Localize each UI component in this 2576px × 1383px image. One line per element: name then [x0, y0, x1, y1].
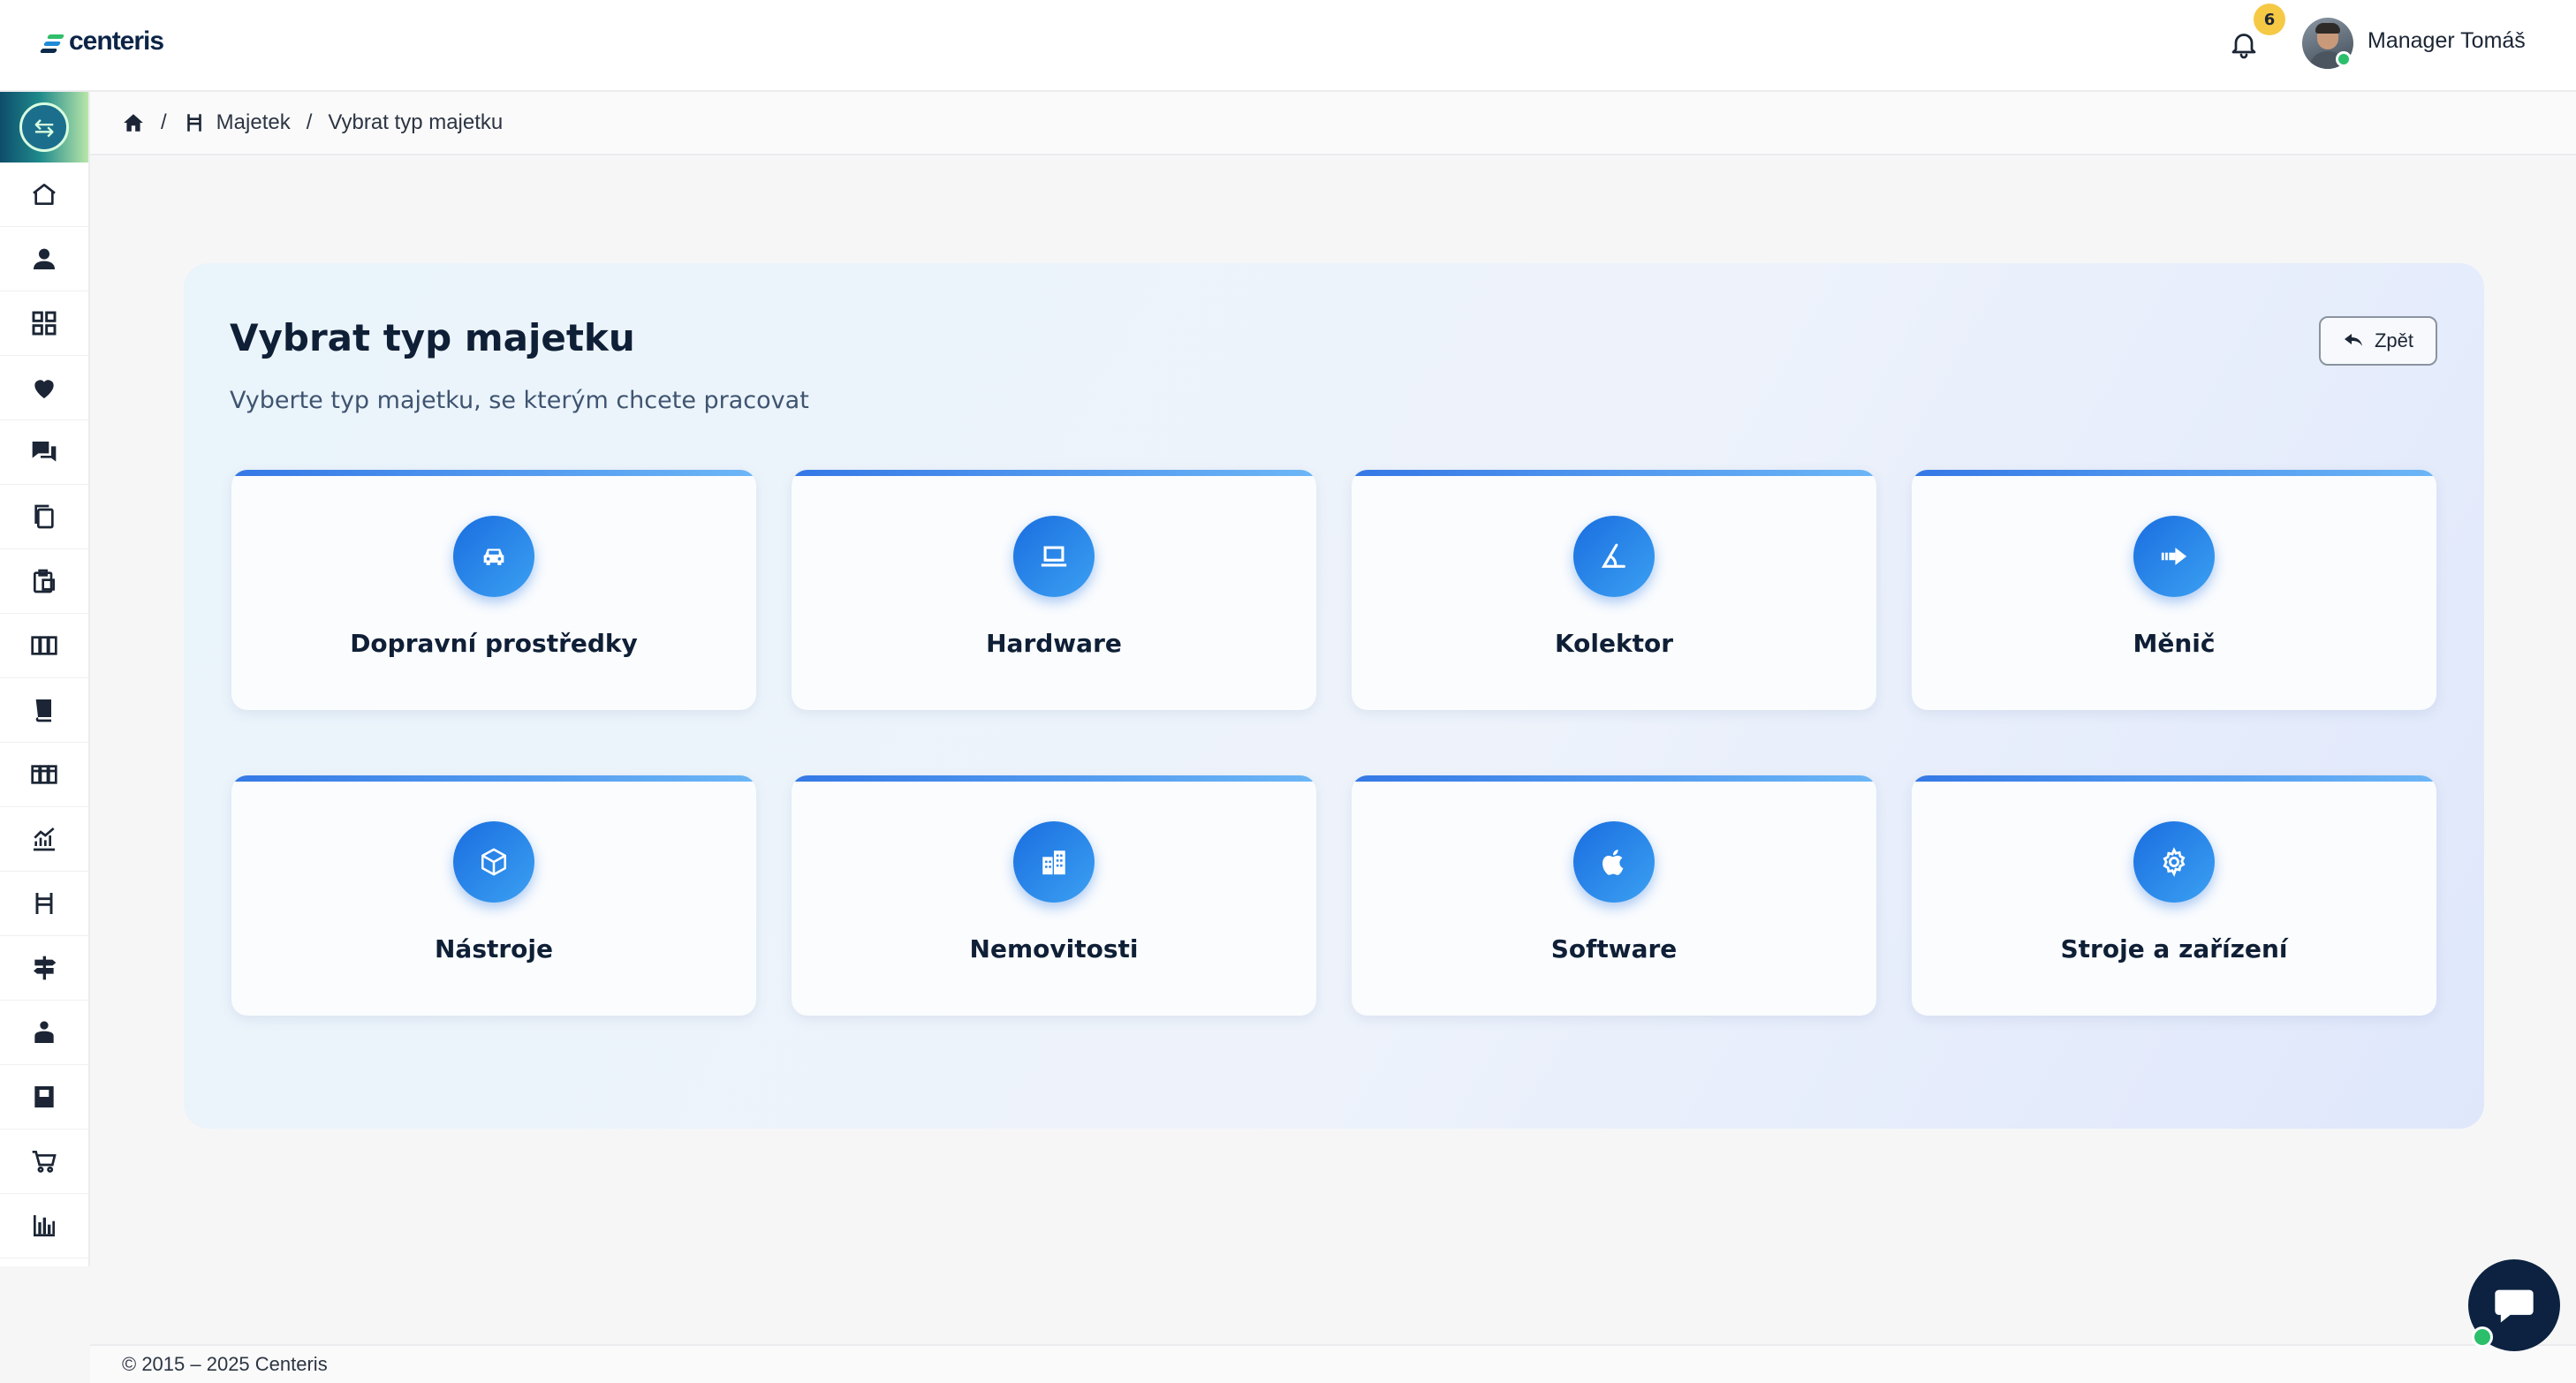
page-subtitle: Vyberte typ majetku, se kterým chcete pr…: [230, 387, 809, 414]
asset-type-card-tools[interactable]: Nástroje: [231, 775, 756, 1016]
sidebar-item-grid[interactable]: [0, 291, 88, 356]
bar-chart-icon: [34, 1215, 55, 1236]
logo-mark-icon: [39, 31, 65, 53]
sidebar-item-book[interactable]: [0, 678, 88, 743]
chart-line-icon: [34, 827, 55, 851]
chat-online-indicator: [2472, 1326, 2493, 1348]
asset-type-card-machines[interactable]: Stroje a zařízení: [1912, 775, 2436, 1016]
asset-type-card-collector[interactable]: Kolektor: [1352, 470, 1876, 710]
brand-name: centeris: [69, 26, 164, 56]
home-icon: [33, 184, 56, 205]
sidebar-item-messages[interactable]: [0, 420, 88, 485]
asset-type-card-vehicles[interactable]: Dopravní prostředky: [231, 470, 756, 710]
asset-type-grid: Dopravní prostředky Hardware Kolektor Mě…: [231, 470, 2436, 1016]
book-icon: [35, 699, 51, 722]
asset-type-label: Kolektor: [1554, 629, 1674, 658]
asset-type-card-hardware[interactable]: Hardware: [792, 470, 1316, 710]
notebook-icon: [34, 1086, 54, 1107]
sidebar-item-archive[interactable]: [0, 743, 88, 807]
switch-arrows-icon: ⇆: [19, 102, 69, 152]
sidebar-toggle-button[interactable]: ⇆: [0, 92, 88, 162]
back-button[interactable]: Zpět: [2319, 316, 2437, 366]
sidebar-item-user[interactable]: [0, 227, 88, 291]
breadcrumb-separator: /: [306, 110, 313, 134]
breadcrumb-label: Majetek: [216, 110, 291, 134]
sidebar-item-employees[interactable]: [0, 1001, 88, 1065]
cart-icon: [32, 1151, 57, 1173]
sidebar-item-directions[interactable]: [0, 936, 88, 1001]
asset-type-label: Stroje a zařízení: [2060, 934, 2288, 964]
converter-arrow-icon: [2133, 516, 2215, 597]
chat-icon: [32, 442, 57, 462]
top-bar: centeris 6 Manager Tomáš: [0, 0, 2576, 92]
notification-bell-icon[interactable]: [2228, 26, 2260, 62]
apple-icon: [1573, 821, 1655, 903]
chat-bubble-icon: [2495, 1289, 2534, 1323]
home-icon[interactable]: [122, 111, 145, 134]
sidebar-item-clipboard[interactable]: [0, 549, 88, 614]
sidebar-item-binders[interactable]: [0, 614, 88, 678]
sidebar-item-home[interactable]: [0, 162, 88, 227]
breadcrumb: / Majetek / Vybrat typ majetku: [90, 92, 2576, 155]
asset-type-card-converter[interactable]: Měnič: [1912, 470, 2436, 710]
asset-type-card-real-estate[interactable]: Nemovitosti: [792, 775, 1316, 1016]
asset-type-panel: Vybrat typ majetku Vyberte typ majetku, …: [184, 263, 2484, 1129]
person-desk-icon: [34, 1021, 54, 1043]
copyright-text: © 2015 – 2025 Centeris: [122, 1353, 328, 1375]
clipboard-icon: [34, 569, 55, 593]
chair-icon: [186, 114, 201, 132]
sidebar: ⇆: [0, 92, 90, 1266]
notification-badge: 6: [2254, 4, 2285, 35]
chair-icon: [35, 893, 53, 914]
breadcrumb-item-majetek[interactable]: Majetek: [183, 110, 291, 135]
copy-icon: [34, 504, 54, 529]
grid-icon: [32, 311, 57, 336]
asset-type-label: Měnič: [2133, 629, 2216, 658]
sidebar-item-assets[interactable]: [0, 872, 88, 936]
asset-type-label: Hardware: [986, 629, 1122, 658]
user-name[interactable]: Manager Tomáš: [2368, 28, 2526, 54]
back-button-label: Zpět: [2374, 329, 2414, 351]
laptop-icon: [1013, 516, 1095, 597]
back-arrow-icon: [2344, 334, 2362, 346]
asset-type-label: Software: [1550, 934, 1678, 964]
angle-icon: [1573, 516, 1655, 597]
sidebar-item-favorites[interactable]: [0, 356, 88, 420]
heart-icon: [34, 380, 54, 398]
car-icon: [453, 516, 534, 597]
user-icon: [34, 248, 55, 269]
binders-icon: [31, 636, 57, 655]
building-icon: [1013, 821, 1095, 903]
asset-type-label: Dopravní prostředky: [350, 629, 638, 658]
asset-type-label: Nemovitosti: [969, 934, 1139, 964]
sidebar-item-orders[interactable]: [0, 1130, 88, 1194]
breadcrumb-current: Vybrat typ majetku: [328, 110, 504, 134]
sidebar-item-documents[interactable]: [0, 485, 88, 549]
signpost-icon: [34, 956, 57, 980]
sidebar-item-records[interactable]: [0, 1065, 88, 1130]
breadcrumb-separator: /: [161, 110, 167, 134]
page-title: Vybrat typ majetku: [230, 316, 635, 359]
asset-type-label: Nástroje: [434, 934, 553, 964]
binders-alt-icon: [31, 765, 57, 784]
box-icon: [453, 821, 534, 903]
gear-icon: [2133, 821, 2215, 903]
sidebar-item-reports[interactable]: [0, 1194, 88, 1258]
sidebar-item-statistics[interactable]: [0, 807, 88, 872]
footer: © 2015 – 2025 Centeris: [90, 1344, 2576, 1383]
asset-type-card-software[interactable]: Software: [1352, 775, 1876, 1016]
logo[interactable]: centeris: [39, 26, 164, 57]
online-status-indicator: [2336, 51, 2352, 67]
